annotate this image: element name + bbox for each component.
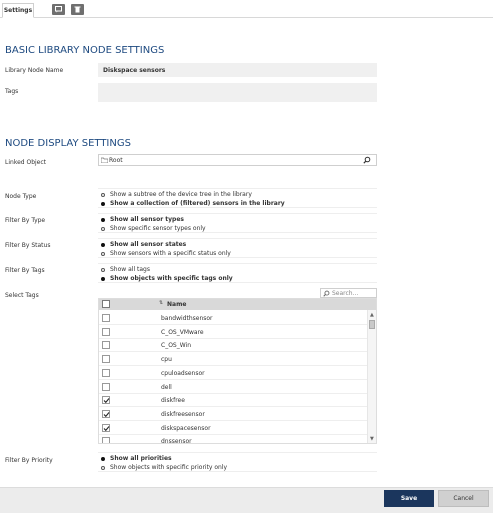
tab-comments[interactable] <box>52 4 65 15</box>
node-type-group: Show a subtree of the device tree in the… <box>98 188 377 208</box>
filter-by-tags-group: Show all tags Show objects with specific… <box>98 263 377 283</box>
basic-settings-title: BASIC LIBRARY NODE SETTINGS <box>5 45 165 56</box>
row-checkbox[interactable] <box>102 409 110 418</box>
table-row[interactable]: diskfreesensor <box>99 407 367 421</box>
filter-by-priority-label: Filter By Priority <box>5 457 53 464</box>
row-checkbox[interactable] <box>102 341 110 350</box>
row-checkbox[interactable] <box>102 437 110 443</box>
library-node-name-label: Library Node Name <box>5 67 64 74</box>
table-row[interactable]: dell <box>99 380 367 394</box>
row-name: dnssensor <box>161 438 192 444</box>
folder-icon <box>101 157 108 163</box>
row-checkbox[interactable] <box>102 368 110 377</box>
cancel-button[interactable]: Cancel <box>438 490 489 507</box>
table-row[interactable]: diskfree <box>99 393 367 408</box>
row-name: diskfree <box>161 397 185 405</box>
trash-icon <box>74 6 81 13</box>
search-placeholder: Search... <box>332 290 359 297</box>
row-checkbox[interactable] <box>102 355 110 364</box>
tab-settings[interactable]: Settings <box>2 3 34 18</box>
row-name: cpu <box>161 356 172 364</box>
filter-by-status-group: Show all sensor states Show sensors with… <box>98 238 377 258</box>
scroll-thumb[interactable] <box>369 320 375 329</box>
check-icon <box>103 398 110 404</box>
table-row[interactable]: dnssensor <box>99 434 367 444</box>
table-row[interactable]: cpu <box>99 352 367 367</box>
table-row[interactable]: cpuloadsensor <box>99 366 367 380</box>
row-checkbox[interactable] <box>102 382 110 391</box>
library-node-name-field[interactable]: Diskspace sensors <box>98 63 377 77</box>
tags-grid: ⇅ Name bandwidthsensor C_OS_VMware C_OS_Wi… <box>98 298 377 444</box>
tab-delete[interactable] <box>71 4 84 15</box>
search-icon <box>323 290 330 297</box>
row-checkbox[interactable] <box>102 327 110 336</box>
filter-by-priority-group: Show all priorities Show objects with sp… <box>98 452 377 472</box>
tags-field[interactable] <box>98 83 377 102</box>
search-icon[interactable] <box>363 156 371 164</box>
row-name: diskfreesensor <box>161 410 205 418</box>
table-row[interactable]: C_OS_Win <box>99 338 367 353</box>
filter-by-type-label: Filter By Type <box>5 217 46 224</box>
row-name: diskspacesensor <box>161 424 211 432</box>
select-all-checkbox[interactable] <box>102 300 110 308</box>
table-row[interactable]: C_OS_VMware <box>99 325 367 339</box>
check-icon <box>103 425 110 431</box>
node-type-label: Node Type <box>5 193 37 200</box>
grid-header: ⇅ Name <box>99 299 376 310</box>
row-checkbox[interactable] <box>102 423 110 432</box>
row-name: bandwidthsensor <box>161 315 213 322</box>
filter-by-status-label: Filter By Status <box>5 242 51 249</box>
filter-by-tags-label: Filter By Tags <box>5 267 45 274</box>
table-row[interactable]: bandwidthsensor <box>99 311 367 325</box>
save-button[interactable]: Save <box>384 490 434 507</box>
linked-object-field[interactable]: Root <box>98 154 377 166</box>
display-settings-title: NODE DISPLAY SETTINGS <box>5 138 131 149</box>
row-name: C_OS_Win <box>161 342 191 350</box>
check-icon <box>103 412 110 418</box>
sort-icon[interactable]: ⇅ <box>159 300 163 306</box>
tab-bar: Settings <box>0 0 493 18</box>
scroll-down-icon[interactable]: ▼ <box>370 436 374 442</box>
grid-scrollbar[interactable]: ▲ ▼ <box>367 310 376 443</box>
table-row[interactable]: diskspacesensor <box>99 421 367 435</box>
linked-object-label: Linked Object <box>5 159 47 166</box>
comment-icon <box>55 6 62 13</box>
grid-column-name[interactable]: Name <box>167 301 186 308</box>
tags-label: Tags <box>5 88 19 95</box>
row-name: dell <box>161 383 172 391</box>
filter-by-type-group: Show all sensor types Show specific sens… <box>98 213 377 233</box>
linked-object-value: Root <box>109 157 123 164</box>
row-name: cpuloadsensor <box>161 369 205 377</box>
row-name: C_OS_VMware <box>161 328 204 336</box>
row-checkbox[interactable] <box>102 314 110 322</box>
library-node-name-value: Diskspace sensors <box>103 67 166 74</box>
tags-search-input[interactable]: Search... <box>320 288 377 298</box>
scroll-up-icon[interactable]: ▲ <box>370 312 374 318</box>
select-tags-label: Select Tags <box>5 292 39 299</box>
row-checkbox[interactable] <box>102 396 110 405</box>
